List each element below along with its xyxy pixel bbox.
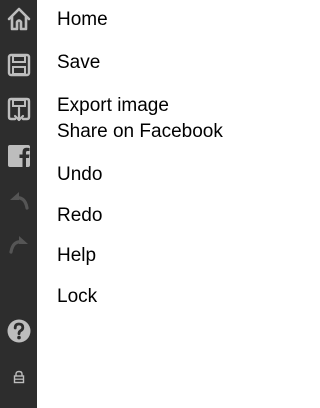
export-image-label: Export image	[57, 95, 169, 116]
redo-label: Redo	[57, 205, 103, 226]
question-mark-icon	[7, 319, 30, 342]
redo-button[interactable]	[0, 225, 37, 262]
help-label: Help	[57, 245, 97, 266]
share-facebook-button[interactable]	[0, 137, 37, 174]
left-toolbar	[0, 0, 37, 408]
floppy-disk-icon	[7, 53, 30, 76]
undo-label: Undo	[57, 164, 103, 185]
lock-label: Lock	[57, 286, 98, 307]
home-button[interactable]	[0, 0, 37, 37]
export-image-button[interactable]	[0, 90, 37, 127]
tooltip-labels: Home Save Export image Share on Facebook…	[57, 0, 267, 408]
save-label: Save	[57, 52, 101, 73]
floppy-export-icon	[7, 97, 30, 121]
share-facebook-label: Share on Facebook	[57, 121, 223, 142]
undo-button[interactable]	[0, 181, 37, 218]
undo-arrow-icon	[9, 191, 29, 210]
home-label: Home	[57, 9, 108, 30]
save-button[interactable]	[0, 46, 37, 83]
lock-icon	[13, 370, 24, 383]
help-button[interactable]	[0, 312, 37, 349]
lock-button[interactable]	[0, 358, 37, 395]
redo-arrow-icon	[8, 235, 28, 254]
facebook-icon	[7, 144, 30, 167]
home-icon	[7, 7, 30, 30]
